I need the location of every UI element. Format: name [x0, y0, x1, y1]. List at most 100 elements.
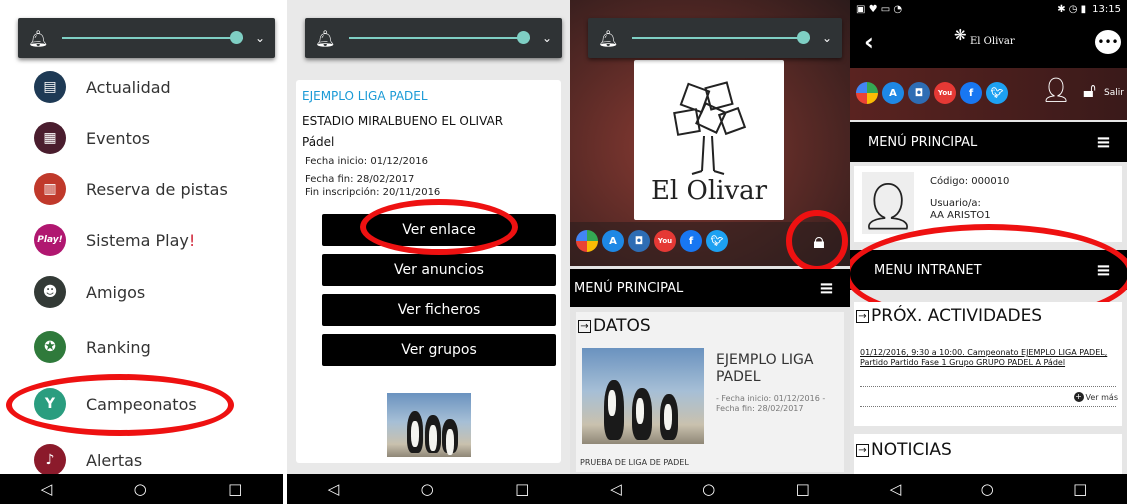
status-bar: ▣ ♥ ▭ ◔ ✱ ◷ ▮ 13:15 — [850, 0, 1127, 18]
recents-icon[interactable]: □ — [228, 480, 242, 498]
twitter-icon[interactable]: 🐦︎ — [706, 230, 728, 252]
status-time: 13:15 — [1092, 3, 1121, 15]
highlight-ellipse — [6, 374, 234, 436]
bell-icon: 🔔︎ — [598, 28, 619, 48]
penguins-image — [582, 348, 704, 444]
start-date: Fecha inicio: 01/12/2016 — [305, 156, 428, 167]
instagram-icon[interactable]: ◘ — [628, 230, 650, 252]
app-header: ‹ ❋ El Olivar ••• — [850, 18, 1127, 68]
salir-label[interactable]: Salir — [1104, 88, 1124, 98]
datos-card: → DATOS EJEMPLO LIGA PADEL - Fecha inicio… — [576, 312, 844, 472]
back-icon[interactable]: ◁ — [890, 480, 902, 498]
chat-icon[interactable]: ••• — [1095, 30, 1121, 54]
logo-text: El Olivar — [650, 176, 768, 206]
menu-item-amigos[interactable]: ☻ Amigos — [34, 276, 145, 308]
status-icons-right: ✱ ◷ ▮ — [1057, 3, 1087, 15]
activities-header: → PRÓX. ACTIVIDADES — [856, 306, 1042, 326]
slider-thumb[interactable] — [796, 31, 810, 44]
activities-card: → PRÓX. ACTIVIDADES 01/12/2016, 9:30 a 10… — [854, 302, 1122, 426]
home-icon[interactable]: ○ — [421, 480, 434, 498]
exclamation-mark: ! — [188, 230, 196, 250]
youtube-icon[interactable]: You — [654, 230, 676, 252]
league-card: EJEMPLO LIGA PADEL ESTADIO MIRALBUENO EL… — [296, 80, 561, 463]
avatar: 👤︎ — [859, 172, 917, 234]
arrow-box-icon: → — [578, 319, 591, 333]
highlight-ellipse — [786, 210, 848, 272]
lock-icon[interactable]: 🔓︎ — [1083, 78, 1096, 102]
main-menu-bar[interactable]: MENÚ PRINCIPAL ≡ — [850, 122, 1127, 162]
venue-name: ESTADIO MIRALBUENO EL OLIVAR — [302, 114, 504, 128]
instagram-icon[interactable]: ◘ — [908, 82, 930, 104]
home-icon[interactable]: ○ — [981, 480, 994, 498]
google-play-icon[interactable] — [856, 82, 878, 104]
main-menu-bar[interactable]: MENÚ PRINCIPAL ≡ — [570, 269, 850, 307]
activities-title: PRÓX. ACTIVIDADES — [871, 306, 1043, 326]
twitter-icon[interactable]: 🐦︎ — [986, 82, 1008, 104]
ver-grupos-button[interactable]: Ver grupos — [322, 334, 556, 366]
back-icon[interactable]: ◁ — [328, 480, 340, 498]
slider-thumb[interactable] — [229, 31, 243, 44]
ver-ficheros-button[interactable]: Ver ficheros — [322, 294, 556, 326]
back-icon[interactable]: ◁ — [610, 480, 622, 498]
hamburger-icon[interactable]: ≡ — [1096, 132, 1111, 153]
hamburger-icon[interactable]: ≡ — [819, 278, 834, 299]
play-icon: Play! — [34, 224, 66, 256]
menu-item-eventos[interactable]: ▦ Eventos — [34, 122, 150, 154]
volume-slider[interactable] — [632, 31, 810, 44]
news-card: → NOTICIAS — [854, 434, 1122, 474]
news-header: → NOTICIAS — [856, 440, 952, 460]
activity-link[interactable]: 01/12/2016, 9:30 a 10:00. Campeonato EJE… — [860, 348, 1116, 368]
user-code: Código: 000010 — [930, 176, 1010, 187]
plus-circle-icon: + — [1073, 392, 1084, 402]
social-icons: A ◘ You f 🐦︎ — [576, 230, 732, 252]
notification-volume-bar: 🔔︎ ⌄ — [588, 18, 842, 58]
facebook-icon[interactable]: f — [960, 82, 982, 104]
menu-item-sistema-play[interactable]: Play! Sistema Play! — [34, 224, 195, 256]
bell-icon: 🔔︎ — [28, 28, 49, 48]
league-title[interactable]: EJEMPLO LIGA PADEL — [302, 89, 428, 103]
home-icon[interactable]: ○ — [134, 480, 147, 498]
google-play-icon[interactable] — [576, 230, 598, 252]
chevron-down-icon[interactable]: ⌄ — [822, 31, 832, 45]
back-icon[interactable]: ◁ — [41, 480, 53, 498]
menu-item-reserva[interactable]: ▥ Reserva de pistas — [34, 173, 228, 205]
recents-icon[interactable]: □ — [515, 480, 529, 498]
recents-icon[interactable]: □ — [796, 480, 810, 498]
tree-logo-icon: ❋ — [954, 26, 967, 44]
app-store-icon[interactable]: A — [882, 82, 904, 104]
court-icon: ▥ — [34, 173, 66, 205]
facebook-icon[interactable]: f — [680, 230, 702, 252]
android-nav-bar: ◁ ○ □ — [287, 474, 570, 504]
event-title[interactable]: EJEMPLO LIGA PADEL — [716, 352, 836, 386]
menu-item-actualidad[interactable]: ▤ Actualidad — [34, 71, 171, 103]
youtube-icon[interactable]: You — [934, 82, 956, 104]
header-logo-text: El Olivar — [970, 36, 1015, 47]
volume-slider[interactable] — [62, 31, 243, 44]
chevron-down-icon[interactable]: ⌄ — [542, 31, 552, 45]
notification-volume-bar: 🔔︎ ⌄ — [18, 18, 275, 58]
android-nav-bar: ◁ ○ □ — [850, 474, 1127, 504]
ver-anuncios-button[interactable]: Ver anuncios — [322, 254, 556, 286]
menu-item-alertas[interactable]: ♪ Alertas — [34, 444, 142, 476]
menu-item-label: Actualidad — [86, 77, 171, 97]
menu-item-ranking[interactable]: ✪ Ranking — [34, 331, 151, 363]
ranking-icon: ✪ — [34, 331, 66, 363]
news-title: NOTICIAS — [871, 440, 952, 460]
el-olivar-logo: El Olivar — [634, 60, 784, 220]
chevron-down-icon[interactable]: ⌄ — [255, 31, 265, 45]
arrow-box-icon: → — [856, 309, 869, 323]
volume-slider[interactable] — [349, 31, 530, 44]
recents-icon[interactable]: □ — [1073, 480, 1087, 498]
home-icon[interactable]: ○ — [702, 480, 715, 498]
app-store-icon[interactable]: A — [602, 230, 624, 252]
user-name: AA ARISTO1 — [930, 210, 991, 221]
sport-name: Pádel — [302, 135, 335, 149]
ver-mas-label: Ver más — [1085, 392, 1118, 402]
slider-thumb[interactable] — [516, 31, 530, 44]
divider — [860, 406, 1116, 407]
user-icon[interactable]: 👤︎ — [1041, 76, 1071, 104]
ver-mas-link[interactable]: + Ver más — [1073, 392, 1118, 402]
back-arrow-icon[interactable]: ‹ — [864, 28, 874, 56]
event-description: PRUEBA DE LIGA DE PADEL — [580, 458, 689, 467]
menu-item-label: Alertas — [86, 450, 143, 470]
